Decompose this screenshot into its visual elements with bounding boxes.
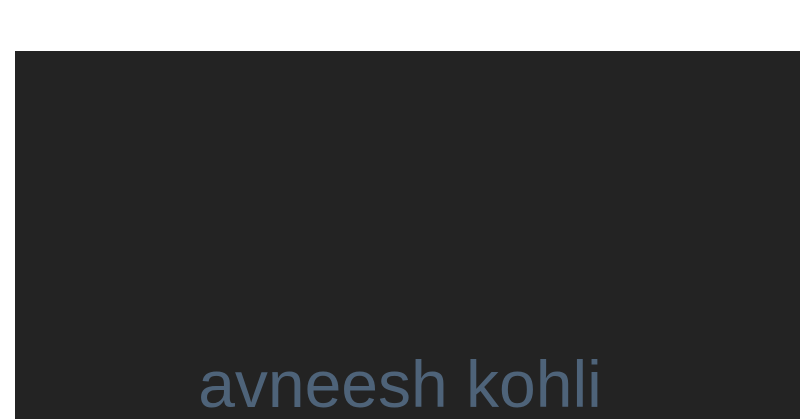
page: avneesh kohli <box>0 0 800 419</box>
hero-panel: avneesh kohli <box>15 51 800 419</box>
hero-name: avneesh kohli <box>198 347 602 419</box>
